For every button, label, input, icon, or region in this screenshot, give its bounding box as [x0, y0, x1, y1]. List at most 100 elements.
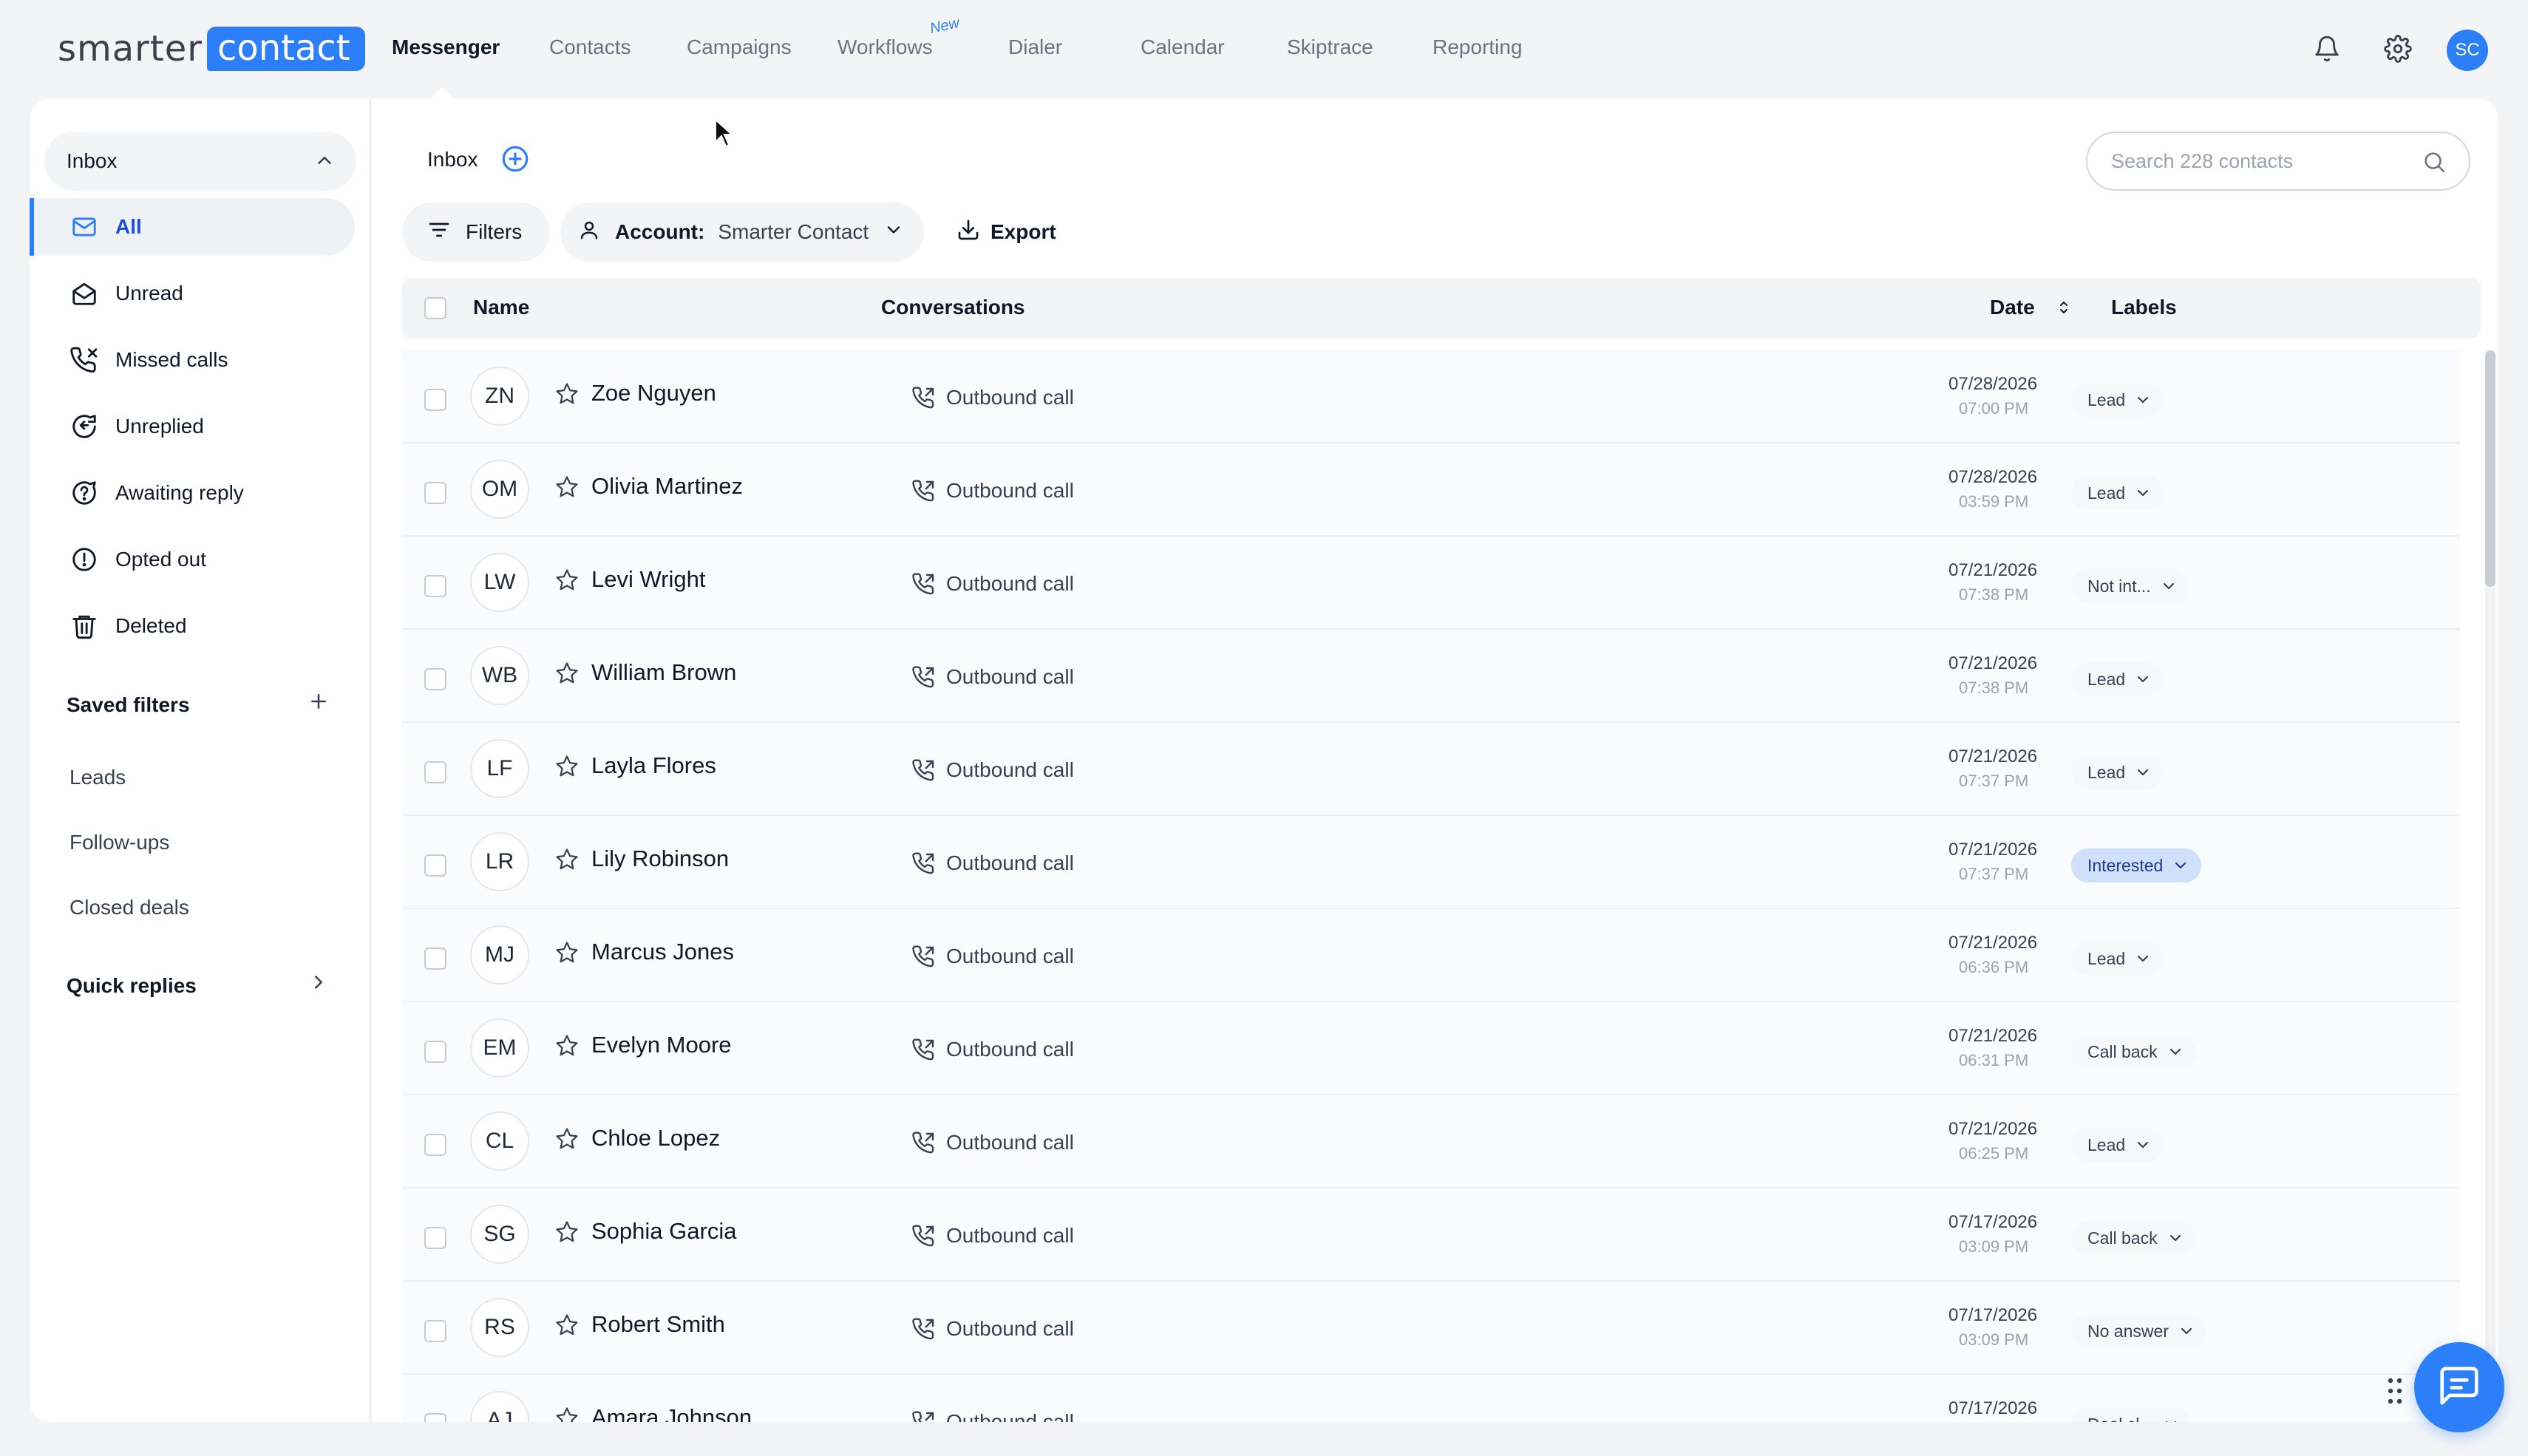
- nav-contacts[interactable]: Contacts: [549, 34, 631, 61]
- gear-icon[interactable]: [2380, 31, 2416, 67]
- user-avatar[interactable]: SC: [2447, 30, 2488, 71]
- table-row[interactable]: LR Lily Robinson Outbound call 07/21/2026 07…: [402, 816, 2460, 909]
- sidebar-item-awaiting-reply[interactable]: Awaiting reply: [30, 464, 355, 522]
- nav-calendar[interactable]: Calendar: [1141, 34, 1225, 61]
- label-dropdown[interactable]: Lead: [2071, 755, 2164, 789]
- contact-name[interactable]: Olivia Martinez: [591, 473, 743, 500]
- table-row[interactable]: SG Sophia Garcia Outbound call 07/17/2026 03…: [402, 1188, 2460, 1282]
- quick-replies-heading[interactable]: Quick replies: [67, 974, 197, 998]
- star-icon[interactable]: [554, 568, 580, 596]
- search-placeholder: Search 228 contacts: [2111, 149, 2294, 172]
- table-row[interactable]: RS Robert Smith Outbound call 07/17/2026 03:…: [402, 1282, 2460, 1375]
- table-row[interactable]: WB William Brown Outbound call 07/21/2026 07…: [402, 630, 2460, 723]
- column-date[interactable]: Date: [1990, 296, 2035, 319]
- add-saved-filter-icon[interactable]: [307, 690, 330, 716]
- star-icon[interactable]: [554, 1033, 580, 1062]
- chevron-right-icon[interactable]: [307, 971, 330, 997]
- label-dropdown[interactable]: Lead: [2071, 1128, 2164, 1162]
- contact-name[interactable]: Robert Smith: [591, 1311, 725, 1338]
- contact-name[interactable]: Zoe Nguyen: [591, 380, 716, 406]
- sort-icon[interactable]: [2055, 297, 2073, 323]
- label-dropdown[interactable]: Deal cl...: [2071, 1407, 2192, 1422]
- inbox-section-toggle[interactable]: Inbox: [44, 132, 356, 191]
- contact-name[interactable]: Levi Wright: [591, 566, 706, 593]
- label-dropdown[interactable]: Call back: [2071, 1221, 2196, 1255]
- account-selector[interactable]: Account: Smarter Contact: [560, 203, 924, 262]
- add-circle-icon[interactable]: [500, 143, 531, 178]
- bell-icon[interactable]: [2309, 31, 2345, 67]
- label-dropdown[interactable]: Call back: [2071, 1035, 2196, 1069]
- nav-skiptrace[interactable]: Skiptrace: [1287, 34, 1373, 61]
- sidebar-item-unread[interactable]: Unread: [30, 265, 355, 322]
- row-checkbox[interactable]: [424, 575, 446, 597]
- scrollbar-thumb[interactable]: [2485, 350, 2495, 587]
- saved-filter-item[interactable]: Leads: [69, 766, 126, 789]
- label-dropdown[interactable]: No answer: [2071, 1314, 2207, 1348]
- row-checkbox[interactable]: [424, 1227, 446, 1249]
- sidebar-item-all[interactable]: All: [30, 198, 355, 256]
- filters-button[interactable]: Filters: [402, 203, 550, 262]
- contact-name[interactable]: Lily Robinson: [591, 846, 729, 872]
- contact-name[interactable]: Marcus Jones: [591, 939, 734, 965]
- star-icon[interactable]: [554, 940, 580, 969]
- contact-name[interactable]: William Brown: [591, 659, 736, 686]
- row-checkbox[interactable]: [424, 1041, 446, 1063]
- label-dropdown[interactable]: Lead: [2071, 662, 2164, 696]
- scrollbar[interactable]: [2485, 350, 2495, 1422]
- label-dropdown[interactable]: Lead: [2071, 476, 2164, 510]
- row-checkbox[interactable]: [424, 482, 446, 504]
- table-row[interactable]: LW Levi Wright Outbound call 07/21/2026 07:3…: [402, 537, 2460, 630]
- label-dropdown[interactable]: Lead: [2071, 383, 2164, 417]
- table-row[interactable]: OM Olivia Martinez Outbound call 07/28/2026…: [402, 443, 2460, 537]
- star-icon[interactable]: [554, 381, 580, 410]
- row-checkbox[interactable]: [424, 948, 446, 970]
- nav-messenger[interactable]: Messenger: [392, 34, 500, 61]
- nav-campaigns[interactable]: Campaigns: [687, 34, 792, 61]
- table-row[interactable]: LF Layla Flores Outbound call 07/21/2026 07:…: [402, 723, 2460, 816]
- nav-workflows[interactable]: Workflows: [837, 34, 933, 61]
- label-dropdown[interactable]: Interested: [2071, 848, 2202, 882]
- drag-handle-icon[interactable]: [2386, 1376, 2404, 1409]
- row-checkbox[interactable]: [424, 761, 446, 783]
- export-button[interactable]: Export: [957, 203, 1056, 262]
- star-icon[interactable]: [554, 754, 580, 783]
- table-row[interactable]: ZN Zoe Nguyen Outbound call 07/28/2026 07:00…: [402, 350, 2460, 443]
- star-icon[interactable]: [554, 847, 580, 876]
- nav-dialer[interactable]: Dialer: [1008, 34, 1062, 61]
- contact-name[interactable]: Layla Flores: [591, 752, 716, 779]
- row-checkbox[interactable]: [424, 389, 446, 411]
- brand-logo[interactable]: smarter contact: [58, 27, 365, 71]
- search-input[interactable]: Search 228 contacts: [2086, 132, 2470, 191]
- star-icon[interactable]: [554, 474, 580, 503]
- star-icon[interactable]: [554, 1406, 580, 1422]
- star-icon[interactable]: [554, 661, 580, 690]
- select-all-checkbox[interactable]: [424, 297, 446, 319]
- nav-reporting[interactable]: Reporting: [1433, 34, 1522, 61]
- contact-name[interactable]: Amara Johnson: [591, 1404, 752, 1422]
- sidebar-item-deleted[interactable]: Deleted: [30, 597, 355, 655]
- row-checkbox[interactable]: [424, 1413, 446, 1422]
- table-row[interactable]: MJ Marcus Jones Outbound call 07/21/2026 06:…: [402, 909, 2460, 1002]
- sidebar-item-missed-calls[interactable]: Missed calls: [30, 331, 355, 389]
- row-checkbox[interactable]: [424, 668, 446, 690]
- label-dropdown[interactable]: Lead: [2071, 942, 2164, 976]
- search-icon[interactable]: [2422, 149, 2447, 180]
- contact-name[interactable]: Sophia Garcia: [591, 1218, 736, 1245]
- label-dropdown[interactable]: Not int...: [2071, 569, 2189, 603]
- chat-support-button[interactable]: [2414, 1342, 2504, 1432]
- star-icon[interactable]: [554, 1219, 580, 1248]
- table-row[interactable]: CL Chloe Lopez Outbound call 07/21/2026 06:2…: [402, 1095, 2460, 1188]
- star-icon[interactable]: [554, 1313, 580, 1341]
- sidebar-item-opted-out[interactable]: Opted out: [30, 531, 355, 588]
- sidebar-item-unreplied[interactable]: Unreplied: [30, 398, 355, 455]
- row-checkbox[interactable]: [424, 854, 446, 877]
- table-row[interactable]: EM Evelyn Moore Outbound call 07/21/2026 06:…: [402, 1002, 2460, 1095]
- table-row[interactable]: AJ Amara Johnson Outbound call 07/17/2026 De…: [402, 1375, 2460, 1422]
- row-checkbox[interactable]: [424, 1134, 446, 1156]
- row-checkbox[interactable]: [424, 1320, 446, 1342]
- saved-filter-item[interactable]: Closed deals: [69, 896, 189, 919]
- contact-name[interactable]: Chloe Lopez: [591, 1125, 720, 1151]
- saved-filter-item[interactable]: Follow-ups: [69, 831, 169, 854]
- contact-name[interactable]: Evelyn Moore: [591, 1032, 732, 1058]
- star-icon[interactable]: [554, 1126, 580, 1155]
